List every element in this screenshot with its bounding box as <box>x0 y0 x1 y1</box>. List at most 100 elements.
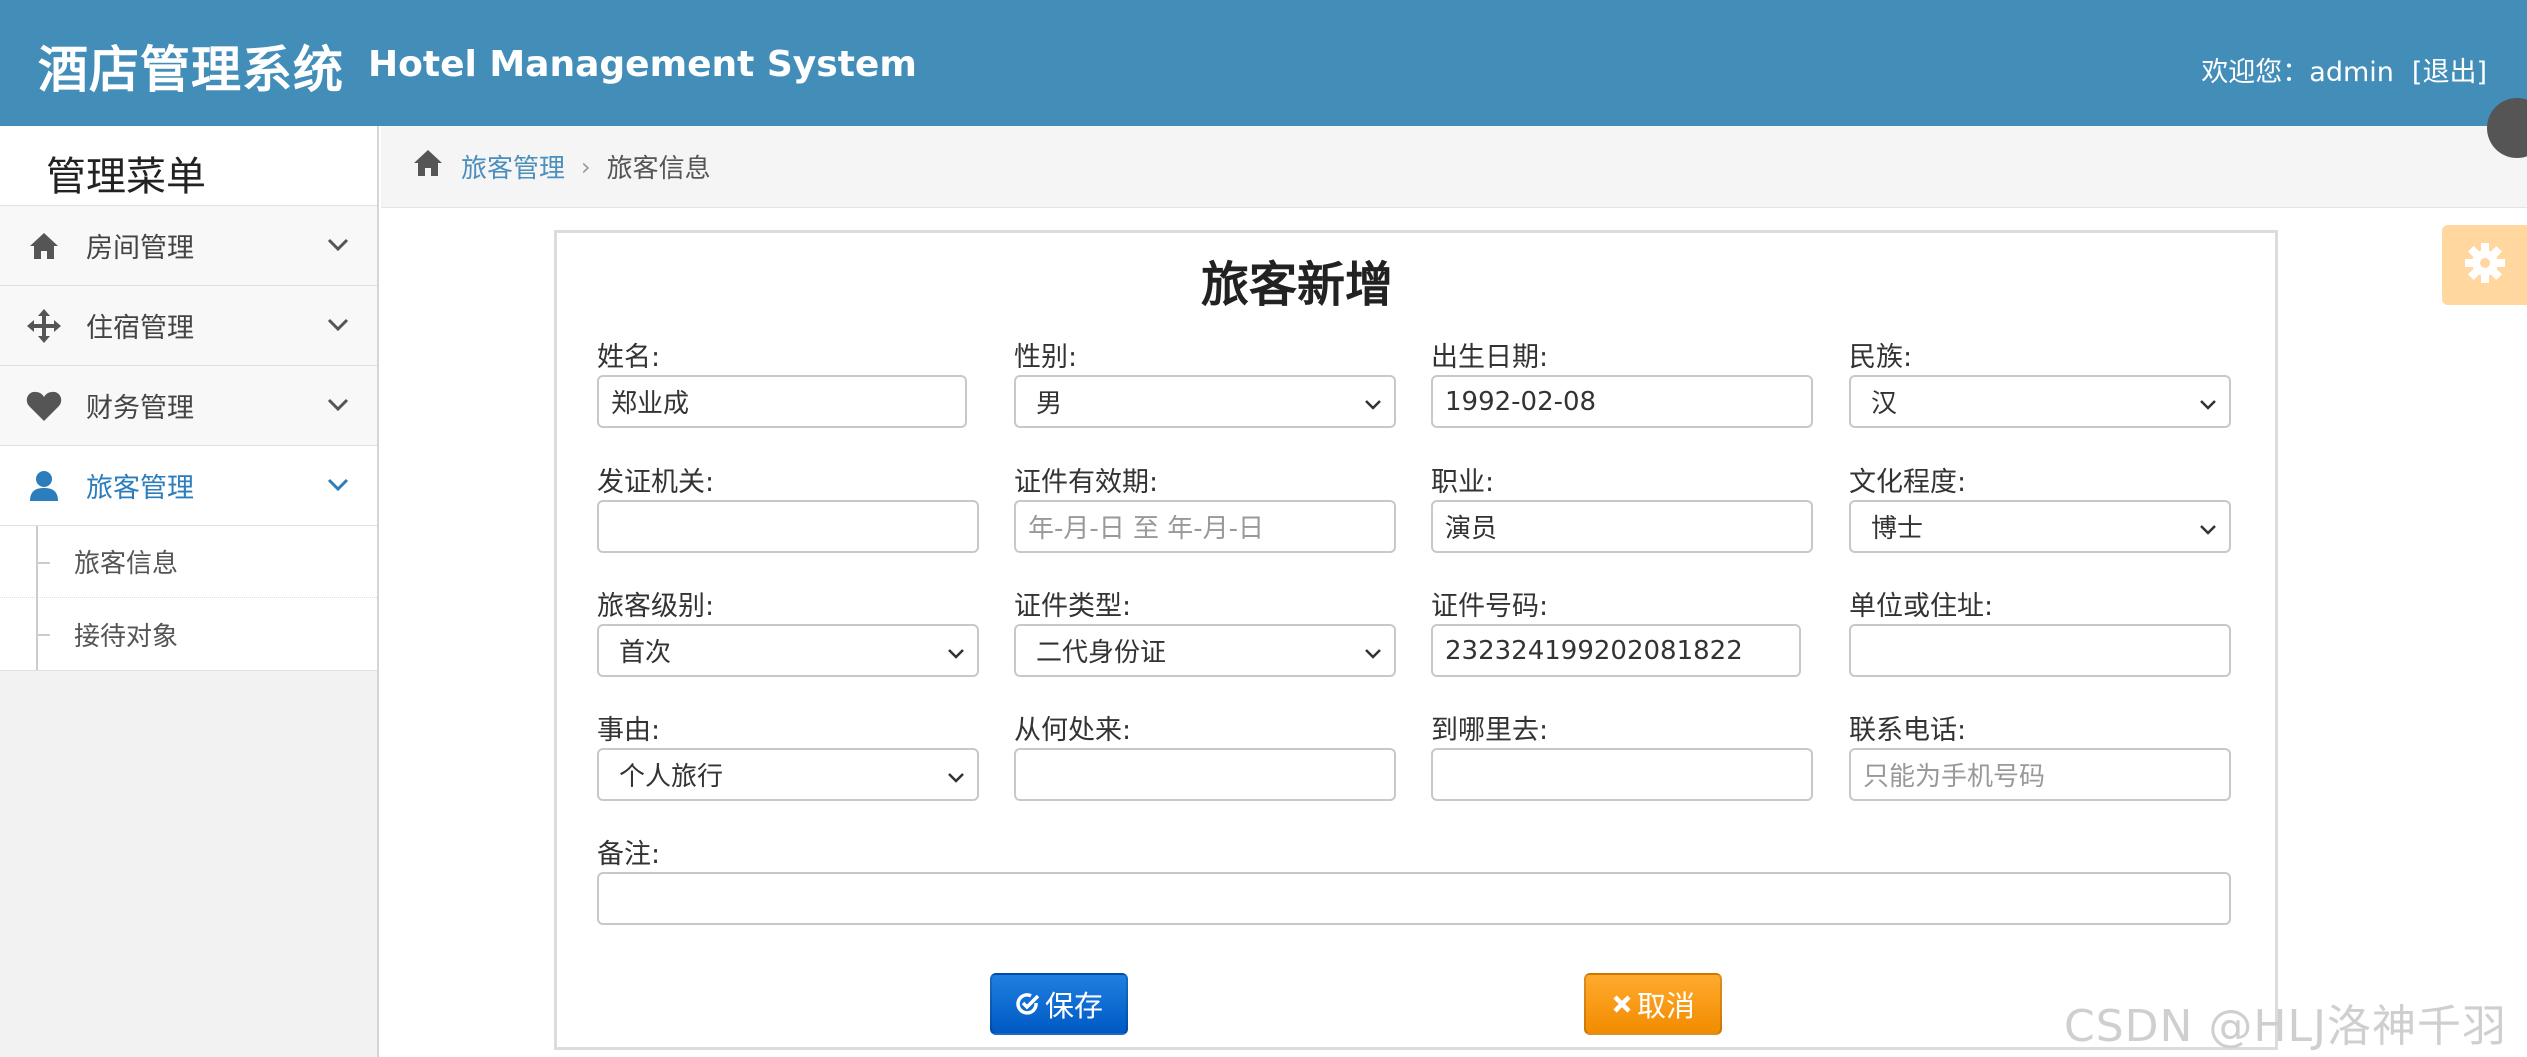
sidebar-item-label: 住宿管理 <box>86 313 194 344</box>
cancel-label: 取消 <box>1636 989 1695 1023</box>
occupation-input[interactable]: 演员 <box>1431 500 1813 553</box>
name-label: 姓名: <box>597 342 661 373</box>
issuer-label: 发证机关: <box>597 467 715 498</box>
phone-input[interactable]: 只能为手机号码 <box>1849 748 2231 801</box>
user-welcome: 欢迎您：admin [退出] <box>2201 50 2487 89</box>
remark-input[interactable] <box>597 872 2231 925</box>
check-circle-icon <box>1015 991 1041 1017</box>
phone-field-group: 联系电话: 只能为手机号码 <box>1849 708 2231 801</box>
top-navbar: 酒店管理系统 Hotel Management System 欢迎您：admin… <box>0 0 2527 126</box>
chevron-down-icon <box>323 390 353 420</box>
breadcrumb: 旅客管理 › 旅客信息 <box>381 126 2527 208</box>
breadcrumb-parent-link[interactable]: 旅客管理 <box>461 148 565 185</box>
remark-label: 备注: <box>597 839 661 870</box>
app-title-zh: 酒店管理系统 <box>38 41 344 99</box>
chevron-down-icon <box>1362 392 1384 414</box>
sidebar-subitem-label: 接待对象 <box>74 621 179 652</box>
from-label: 从何处来: <box>1014 715 1132 746</box>
form-title: 旅客新增 <box>1200 257 1393 313</box>
ethnicity-value: 汉 <box>1871 389 1898 419</box>
id-number-label: 证件号码: <box>1431 591 1549 622</box>
name-input[interactable]: 郑业成 <box>597 375 967 428</box>
chevron-down-icon <box>2197 392 2219 414</box>
education-field-group: 文化程度: 博士 <box>1849 460 2231 553</box>
sidebar-title: 管理菜单 <box>0 126 377 206</box>
ethnicity-select[interactable]: 汉 <box>1849 375 2231 428</box>
issuer-field-group: 发证机关: <box>597 460 979 553</box>
traveler-level-select[interactable]: 首次 <box>597 624 979 677</box>
watermark: CSDN @HLJ洛神千羽 <box>2064 1001 2508 1052</box>
save-label: 保存 <box>1044 989 1103 1023</box>
sidebar-item-traveler-management[interactable]: 旅客管理 <box>0 446 377 526</box>
reason-field-group: 事由: 个人旅行 <box>597 708 979 801</box>
sidebar-subitem-reception-target[interactable]: 接待对象 <box>0 598 377 670</box>
tree-dash <box>38 562 50 564</box>
save-button[interactable]: 保存 <box>990 973 1128 1035</box>
address-input[interactable] <box>1849 624 2231 677</box>
close-icon <box>1611 993 1633 1015</box>
from-input[interactable] <box>1014 748 1396 801</box>
reason-value: 个人旅行 <box>619 762 724 792</box>
level-field-group: 旅客级别: 首次 <box>597 584 979 677</box>
address-field-group: 单位或住址: <box>1849 584 2231 677</box>
birth-date-input[interactable]: 1992-02-08 <box>1431 375 1813 428</box>
cancel-button[interactable]: 取消 <box>1584 973 1722 1035</box>
traveler-submenu: 旅客信息 接待对象 <box>0 526 377 671</box>
occupation-field-group: 职业: 演员 <box>1431 460 1813 553</box>
remark-field-group: 备注: <box>597 832 2231 925</box>
user-icon <box>24 466 64 506</box>
gender-value: 男 <box>1036 389 1063 419</box>
sidebar-item-finance-management[interactable]: 财务管理 <box>0 366 377 446</box>
education-label: 文化程度: <box>1849 467 1967 498</box>
gender-field-group: 性别: 男 <box>1014 335 1396 428</box>
id-type-value: 二代身份证 <box>1036 638 1167 668</box>
traveler-add-form: 旅客新增 姓名: 郑业成 性别: 男 出生日期: 1992-02-08 民族: … <box>554 230 2278 1050</box>
chevron-down-icon <box>323 470 353 500</box>
sidebar-subitem-traveler-info[interactable]: 旅客信息 <box>0 526 377 598</box>
app-title-en: Hotel Management System <box>368 44 917 85</box>
sidebar-item-label: 财务管理 <box>86 393 194 424</box>
phone-label: 联系电话: <box>1849 715 1967 746</box>
gear-icon <box>2463 241 2507 289</box>
to-label: 到哪里去: <box>1431 715 1549 746</box>
heart-icon <box>24 386 64 426</box>
id-number-input[interactable]: 232324199202081822 <box>1431 624 1801 677</box>
reason-label: 事由: <box>597 715 661 746</box>
chevron-down-icon <box>945 641 967 663</box>
id-number-field-group: 证件号码: 232324199202081822 <box>1431 584 1801 677</box>
sidebar-item-lodging-management[interactable]: 住宿管理 <box>0 286 377 366</box>
home-icon[interactable] <box>411 148 445 185</box>
home-icon <box>24 226 64 266</box>
tree-dash <box>38 634 50 636</box>
breadcrumb-current: 旅客信息 <box>606 154 711 184</box>
sidebar-subitem-label: 旅客信息 <box>74 549 179 579</box>
level-value: 首次 <box>619 638 672 668</box>
ethnicity-label: 民族: <box>1849 342 1913 373</box>
arrows-move-icon <box>24 306 64 346</box>
gender-label: 性别: <box>1014 342 1078 373</box>
reason-select[interactable]: 个人旅行 <box>597 748 979 801</box>
gender-select[interactable]: 男 <box>1014 375 1396 428</box>
sidebar-item-room-management[interactable]: 房间管理 <box>0 206 377 286</box>
education-select[interactable]: 博士 <box>1849 500 2231 553</box>
validity-field-group: 证件有效期: 年-月-日 至 年-月-日 <box>1014 460 1396 553</box>
education-value: 博士 <box>1871 514 1924 544</box>
address-label: 单位或住址: <box>1849 591 1994 622</box>
birth-label: 出生日期: <box>1431 342 1549 373</box>
chevron-down-icon <box>945 765 967 787</box>
welcome-text: 欢迎您：admin <box>2201 57 2394 88</box>
to-field-group: 到哪里去: <box>1431 708 1813 801</box>
occupation-label: 职业: <box>1431 467 1495 498</box>
validity-label: 证件有效期: <box>1014 467 1159 498</box>
logout-link[interactable]: [退出] <box>2412 57 2487 88</box>
chevron-right-icon: › <box>581 152 591 181</box>
validity-range-input[interactable]: 年-月-日 至 年-月-日 <box>1014 500 1396 553</box>
id-type-select[interactable]: 二代身份证 <box>1014 624 1396 677</box>
chevron-down-icon <box>323 310 353 340</box>
issuer-input[interactable] <box>597 500 979 553</box>
name-field-group: 姓名: 郑业成 <box>597 335 967 428</box>
birth-field-group: 出生日期: 1992-02-08 <box>1431 335 1813 428</box>
chevron-down-icon <box>1362 641 1384 663</box>
to-input[interactable] <box>1431 748 1813 801</box>
settings-button[interactable] <box>2442 225 2527 305</box>
